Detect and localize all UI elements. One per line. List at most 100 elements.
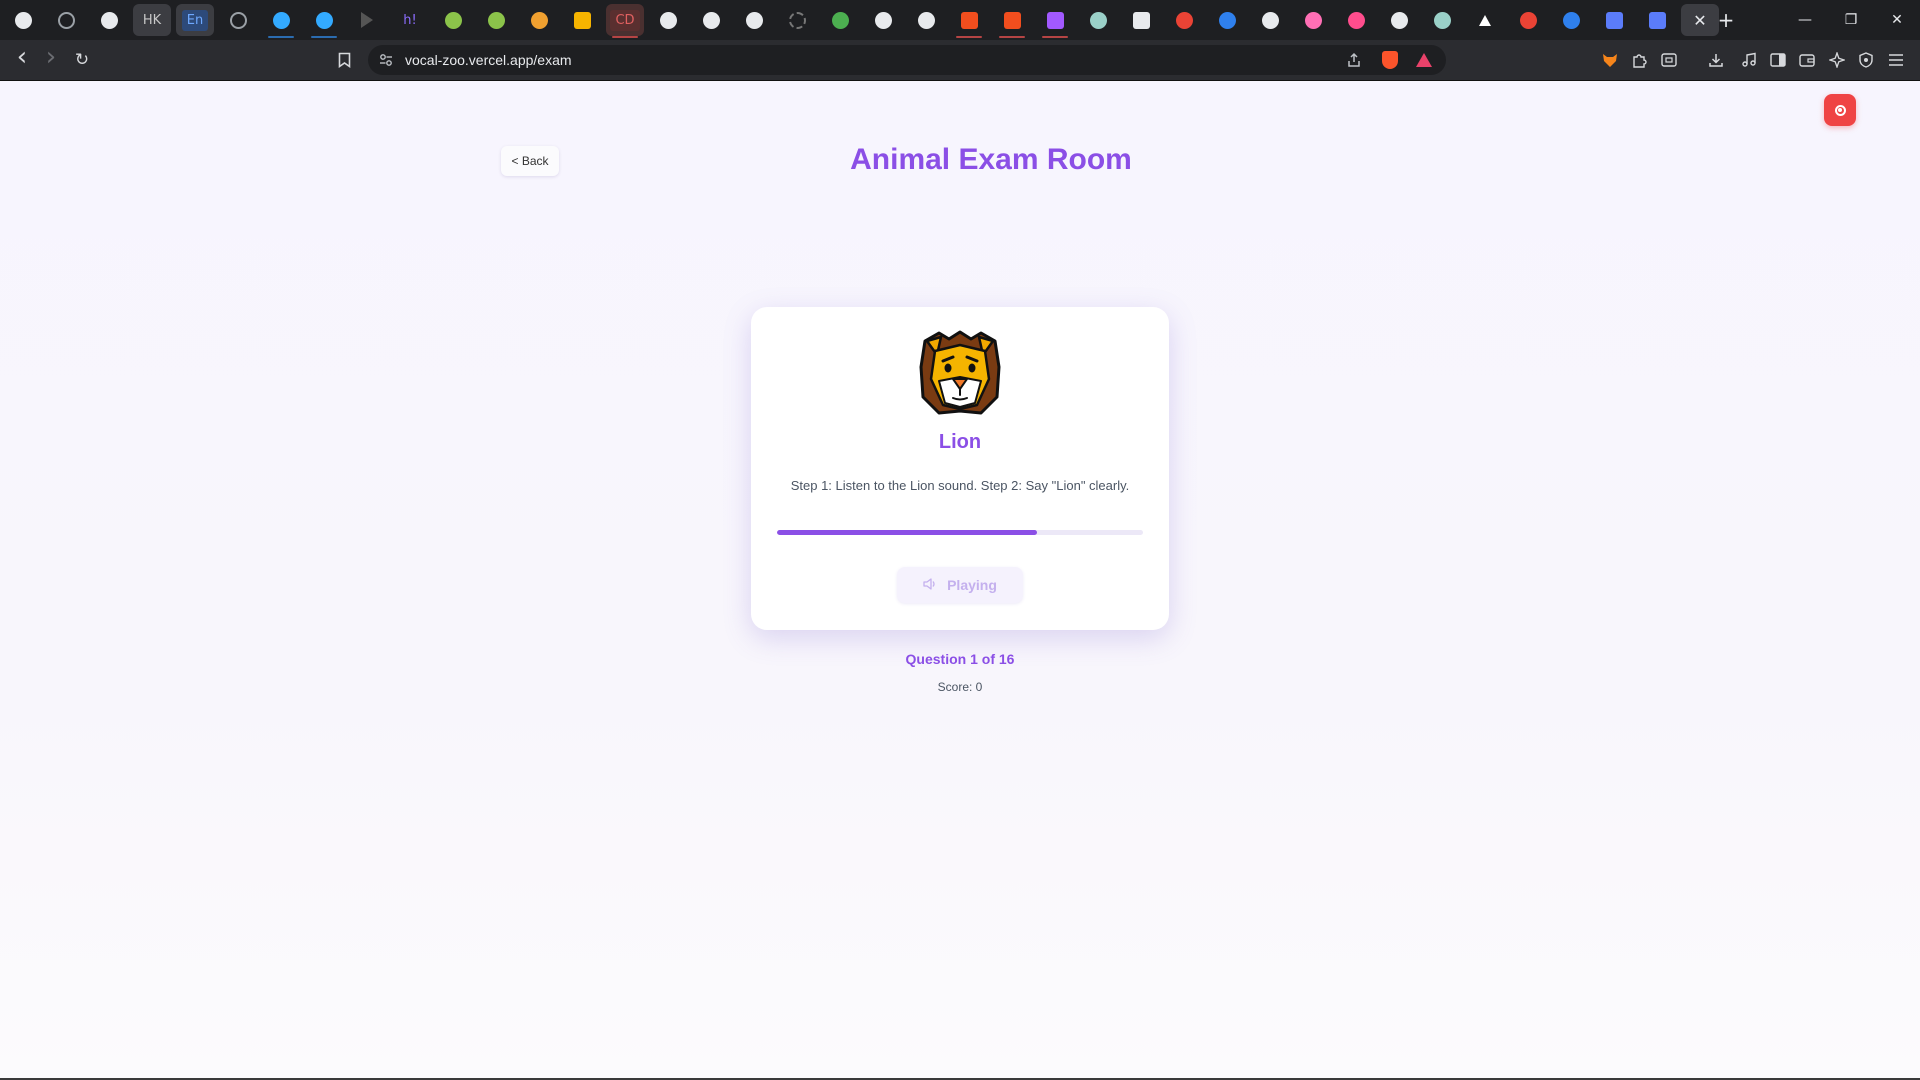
cd-icon: CD — [610, 9, 640, 31]
globe-icon — [444, 11, 462, 29]
github-icon — [917, 11, 935, 29]
tab-group-indicator — [999, 36, 1025, 38]
vercel-globe-icon — [1089, 11, 1107, 29]
browser-tab[interactable] — [1595, 4, 1633, 36]
close-tab-button[interactable]: ✕ — [1681, 4, 1719, 36]
browser-tab[interactable] — [864, 4, 902, 36]
browser-tab[interactable] — [1079, 4, 1117, 36]
browser-tab[interactable] — [434, 4, 472, 36]
downloads-icon[interactable] — [1702, 46, 1730, 74]
vercel-icon — [1479, 14, 1491, 26]
play-sound-button[interactable]: Playing — [897, 567, 1023, 603]
browser-tab[interactable] — [993, 4, 1031, 38]
vpn-icon[interactable] — [1852, 46, 1880, 74]
share-icon[interactable] — [1342, 48, 1366, 72]
browser-tab[interactable] — [907, 4, 945, 36]
browser-tab[interactable] — [1251, 4, 1289, 36]
record-icon — [1834, 104, 1846, 116]
figma-icon — [960, 11, 978, 29]
browser-tab[interactable]: En — [176, 4, 214, 36]
openai-icon — [229, 11, 247, 29]
browser-tab[interactable] — [1638, 4, 1676, 36]
app-icon — [1605, 11, 1623, 29]
github-icon — [659, 11, 677, 29]
keep-icon — [573, 11, 591, 29]
browser-tab[interactable] — [1036, 4, 1074, 38]
minimize-button[interactable]: — — [1782, 0, 1828, 40]
exam-instructions: Step 1: Listen to the Lion sound. Step 2… — [790, 478, 1130, 493]
browser-tab[interactable] — [1466, 4, 1504, 36]
address-bar[interactable]: vocal-zoo.vercel.app/exam — [368, 45, 1446, 75]
browser-tab[interactable] — [735, 4, 773, 36]
perplexity-icon — [14, 11, 32, 29]
browser-tab[interactable] — [1208, 4, 1246, 36]
browser-tab[interactable] — [1380, 4, 1418, 36]
globe-icon — [1218, 11, 1236, 29]
browser-tab[interactable] — [950, 4, 988, 38]
en-icon: En — [181, 9, 209, 31]
play-icon — [361, 12, 373, 28]
browser-tab[interactable] — [90, 4, 128, 36]
browser-tab[interactable] — [1294, 4, 1332, 36]
browser-tab[interactable] — [778, 4, 816, 36]
extensions-icon[interactable] — [1625, 46, 1653, 74]
browser-tab[interactable] — [1122, 4, 1160, 36]
loading-icon — [788, 11, 806, 29]
window-close-button[interactable]: ✕ — [1874, 0, 1920, 40]
back-nav-button[interactable]: ‹ — [8, 42, 36, 72]
browser-tab[interactable] — [4, 4, 42, 36]
audio-progress-fill — [777, 530, 1037, 535]
screenshot-icon[interactable] — [1655, 46, 1683, 74]
figma-icon — [1046, 11, 1064, 29]
restore-button[interactable]: ❐ — [1828, 0, 1874, 40]
browser-tab[interactable] — [1509, 4, 1547, 36]
browser-tab[interactable]: CD — [606, 4, 644, 38]
exam-page: < Back Animal Exam Room Lion Step 1: Lis… — [0, 82, 1920, 1080]
wallet-icon[interactable] — [1793, 46, 1821, 74]
tab-group-indicator — [612, 36, 638, 38]
browser-tab[interactable] — [1337, 4, 1375, 36]
forward-nav-button[interactable]: › — [37, 42, 65, 72]
lion-face-icon — [915, 327, 1005, 417]
browser-tab[interactable] — [520, 4, 558, 36]
browser-tab[interactable] — [47, 4, 85, 36]
url-text[interactable]: vocal-zoo.vercel.app/exam — [405, 52, 572, 68]
leo-ai-icon[interactable] — [1823, 46, 1851, 74]
browser-tab[interactable]: h! — [391, 4, 429, 36]
browser-tab[interactable] — [821, 4, 859, 36]
browser-tab[interactable] — [477, 4, 515, 36]
record-button[interactable] — [1824, 94, 1856, 126]
vercel-globe-icon — [1433, 11, 1451, 29]
reload-button[interactable]: ↻ — [68, 46, 96, 74]
kraken-icon — [272, 11, 290, 29]
animal-name: Lion — [938, 431, 982, 453]
browser-tab[interactable] — [649, 4, 687, 36]
github-icon — [702, 11, 720, 29]
figma-icon — [1003, 11, 1021, 29]
browser-tab[interactable] — [1552, 4, 1590, 36]
brave-rewards-icon[interactable] — [1412, 48, 1436, 72]
browser-tab[interactable] — [219, 4, 257, 36]
site-info-icon[interactable] — [374, 48, 398, 72]
tab-group-indicator — [1042, 36, 1068, 38]
bookmark-button[interactable] — [330, 46, 358, 74]
github-icon — [100, 11, 118, 29]
github-icon — [874, 11, 892, 29]
browser-tab[interactable] — [262, 4, 300, 38]
browser-tab[interactable] — [563, 4, 601, 36]
browser-tab[interactable] — [305, 4, 343, 38]
menu-icon[interactable] — [1882, 46, 1910, 74]
browser-tab[interactable] — [1423, 4, 1461, 36]
browser-tab[interactable] — [692, 4, 730, 36]
hk-icon: HK — [142, 12, 162, 28]
pinwheel-icon — [1304, 11, 1322, 29]
media-icon[interactable] — [1735, 46, 1763, 74]
browser-tab[interactable] — [1165, 4, 1203, 36]
browser-tab[interactable] — [348, 4, 386, 36]
green-circle-icon — [831, 11, 849, 29]
extension-fox-icon[interactable] — [1596, 46, 1624, 74]
browser-tab[interactable]: HK — [133, 4, 171, 36]
sidebar-icon[interactable] — [1764, 46, 1792, 74]
tab-group-indicator — [311, 36, 337, 38]
brave-shields-icon[interactable] — [1378, 48, 1402, 72]
